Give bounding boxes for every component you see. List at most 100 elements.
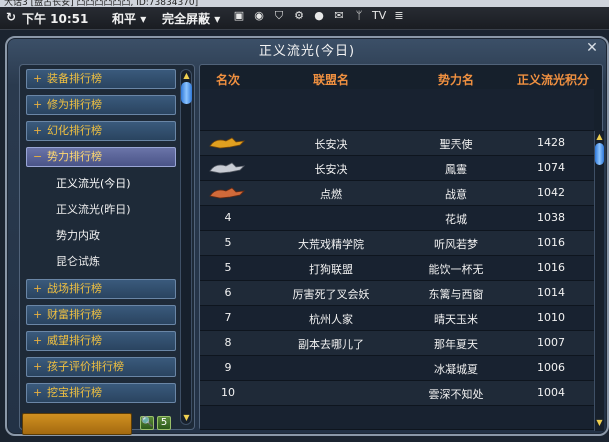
table-row[interactable]: 长安决 鳳霻 1074: [200, 156, 594, 181]
nav-item-wealth[interactable]: + 财富排行榜: [26, 305, 176, 325]
faction-cell: 冰凝城夏: [434, 363, 478, 376]
bronze-rank-icon: [209, 187, 246, 199]
expand-icon: +: [33, 72, 43, 85]
faction-cell: 雲深不知处: [428, 388, 484, 401]
nav-item-label: 挖宝排行榜: [47, 386, 102, 399]
alliance-cell: 长安决: [314, 138, 348, 151]
chat-icon[interactable]: ●: [312, 9, 326, 23]
nav-item-label: 势力排行榜: [47, 150, 102, 163]
rank-cell: 4: [224, 211, 232, 224]
score-cell: 1006: [537, 361, 565, 374]
refresh-button[interactable]: 5: [157, 416, 171, 430]
scroll-up-icon[interactable]: ▲: [182, 72, 191, 80]
nav-item-cultivation[interactable]: + 修为排行榜: [26, 95, 176, 115]
table-row[interactable]: 6 厉害死了叉会妖 东篱与西窗 1014: [200, 281, 594, 306]
nav-item-equipment[interactable]: + 装备排行榜: [26, 69, 176, 89]
score-cell: 1016: [537, 236, 565, 249]
header-rank: 名次: [215, 73, 240, 87]
table-row[interactable]: 4 花城 1038: [200, 206, 594, 231]
faction-cell: 听风若梦: [434, 238, 478, 251]
close-icon[interactable]: ✕: [585, 41, 599, 55]
header-alliance: 联盟名: [312, 73, 349, 87]
alliance-cell: 点燃: [320, 188, 342, 201]
settings-icon[interactable]: ⚙: [292, 9, 306, 23]
faction-cell: 那年夏天: [434, 338, 478, 351]
table-row[interactable]: 5 打狗联盟 能饮一杯无 1016: [200, 256, 594, 281]
expand-icon: +: [33, 282, 43, 295]
table-row[interactable]: 7 杭州人家 晴天玉米 1010: [200, 306, 594, 331]
panel-title: 正义流光(今日): [258, 44, 356, 59]
faction-cell: 花城: [445, 213, 467, 226]
nav-item-label: 威望排行榜: [47, 334, 102, 347]
shield-icon[interactable]: ⛉: [272, 9, 286, 23]
nav-item-label: 幻化排行榜: [47, 124, 102, 137]
score-cell: 1038: [537, 211, 565, 224]
rank-cell: 5: [224, 261, 232, 274]
table-scrollbar[interactable]: ▲ ▼: [594, 131, 604, 431]
nav-sub-justice-yesterday[interactable]: 正义流光(昨日): [56, 200, 131, 220]
table-row[interactable]: 长安决 聖兲使 1428: [200, 131, 594, 156]
header-faction: 势力名: [437, 73, 474, 87]
nav-item-label: 孩子评价排行榜: [47, 360, 124, 373]
tv-icon[interactable]: TV: [372, 9, 386, 23]
expand-icon: +: [33, 308, 43, 321]
scroll-down-icon[interactable]: ▼: [595, 419, 604, 427]
camera-icon[interactable]: ◉: [252, 9, 266, 23]
nav-item-prestige[interactable]: + 威望排行榜: [26, 331, 176, 351]
score-cell: 1010: [537, 311, 565, 324]
nav-scrollbar[interactable]: ▲ ▼: [180, 69, 192, 425]
scroll-up-icon[interactable]: ▲: [595, 133, 604, 141]
expand-icon: +: [33, 124, 43, 137]
screen-icon[interactable]: ▣: [232, 9, 246, 23]
ranking-table: 名次 联盟名 势力名 正义流光积分 长安决 聖兲使 1428 长安决 鳳霻 10…: [199, 64, 604, 431]
nav-sub-justice-today[interactable]: 正义流光(今日): [56, 174, 131, 194]
clock-text: 下午 10:51: [22, 12, 89, 26]
nav-item-battlefield[interactable]: + 战场排行榜: [26, 279, 176, 299]
nav-sub-internal-affairs[interactable]: 势力内政: [56, 226, 100, 246]
table-row[interactable]: 5 大荒戏精学院 听风若梦 1016: [200, 231, 594, 256]
collapse-icon: −: [33, 150, 43, 163]
silver-rank-icon: [209, 162, 246, 174]
score-cell: 1428: [537, 136, 565, 149]
nav-item-label: 战场排行榜: [47, 282, 102, 295]
table-scroll-thumb[interactable]: [595, 143, 604, 165]
alliance-cell: 长安决: [314, 163, 348, 176]
search-icon[interactable]: 🔍: [140, 416, 154, 430]
message-icon[interactable]: ✉: [332, 9, 346, 23]
fork-icon[interactable]: ᛘ: [352, 9, 366, 23]
chevron-down-icon: ▾: [140, 12, 147, 26]
search-input[interactable]: [22, 413, 132, 435]
pk-mode-button[interactable]: 和平 ▾: [112, 10, 146, 27]
score-cell: 1004: [537, 386, 565, 399]
nav-sub-kunlun-trial[interactable]: 昆仑试炼: [56, 252, 100, 272]
nav-item-treasure[interactable]: + 挖宝排行榜: [26, 383, 176, 403]
nav-item-child-rating[interactable]: + 孩子评价排行榜: [26, 357, 176, 377]
table-row[interactable]: 9 冰凝城夏 1006: [200, 356, 594, 381]
score-cell: 1016: [537, 261, 565, 274]
rank-cell: 7: [224, 311, 232, 324]
table-row: [200, 89, 594, 131]
table-row[interactable]: 点燃 战意 1042: [200, 181, 594, 206]
header-score: 正义流光积分: [516, 73, 589, 87]
expand-icon: +: [33, 334, 43, 347]
nav-item-faction[interactable]: − 势力排行榜: [26, 147, 176, 167]
table-header: 名次 联盟名 势力名 正义流光积分: [200, 65, 602, 89]
rank-cell: 6: [224, 286, 232, 299]
nav-item-transform[interactable]: + 幻化排行榜: [26, 121, 176, 141]
expand-icon: +: [33, 98, 43, 111]
score-cell: 1007: [537, 336, 565, 349]
rank-cell: 5: [224, 236, 232, 249]
faction-cell: 能饮一杯无: [428, 263, 484, 276]
table-row[interactable]: 8 副本去哪儿了 那年夏天 1007: [200, 331, 594, 356]
refresh-icon[interactable]: ↻: [6, 10, 16, 24]
block-mode-button[interactable]: 完全屏蔽 ▾: [162, 10, 220, 27]
scroll-down-icon[interactable]: ▼: [182, 414, 191, 422]
nav-scroll-thumb[interactable]: [181, 82, 192, 104]
menu-icon[interactable]: ≣: [392, 9, 406, 23]
table-row[interactable]: 10 雲深不知处 1004: [200, 381, 594, 406]
score-cell: 1014: [537, 286, 565, 299]
expand-icon: +: [33, 360, 43, 373]
pk-mode-label: 和平: [112, 12, 137, 26]
ranking-nav: + 装备排行榜 + 修为排行榜 + 幻化排行榜 − 势力排行榜 正义流光(今日) 正义流…: [19, 64, 195, 430]
rank-cell: 9: [224, 361, 232, 374]
